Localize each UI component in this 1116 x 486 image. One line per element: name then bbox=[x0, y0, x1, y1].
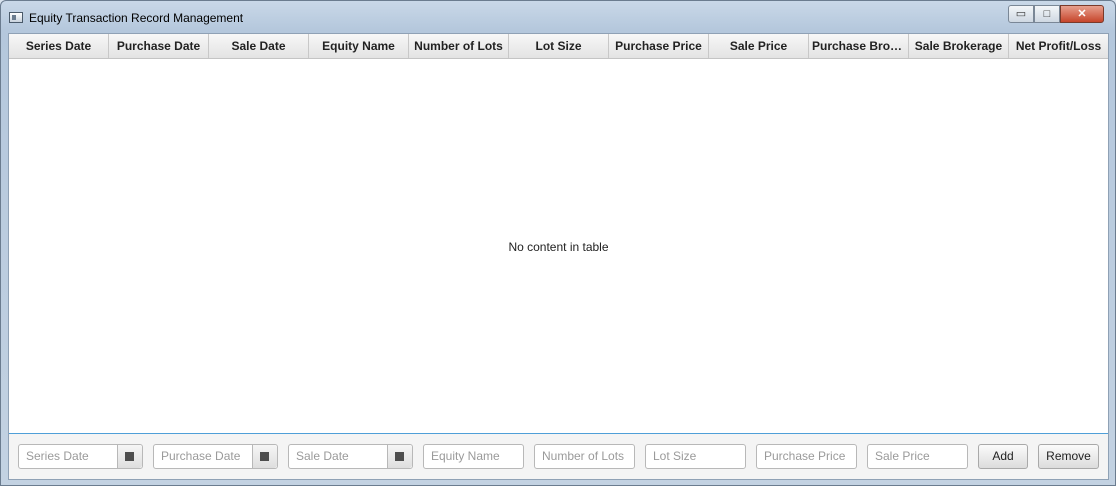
column-header-purchase-brokerage[interactable]: Purchase Brok... bbox=[809, 34, 909, 58]
app-window: Equity Transaction Record Management ▭ □… bbox=[0, 0, 1116, 486]
sale-price-input[interactable]: Sale Price bbox=[867, 444, 968, 469]
column-header-sale-price[interactable]: Sale Price bbox=[709, 34, 809, 58]
table-header: Series Date Purchase Date Sale Date Equi… bbox=[9, 34, 1108, 59]
transactions-table[interactable]: Series Date Purchase Date Sale Date Equi… bbox=[9, 34, 1108, 434]
add-button[interactable]: Add bbox=[978, 444, 1028, 469]
window-title: Equity Transaction Record Management bbox=[29, 11, 244, 25]
sale-date-picker[interactable]: Sale Date bbox=[288, 444, 413, 469]
calendar-icon bbox=[260, 452, 269, 461]
maximize-button[interactable]: □ bbox=[1034, 5, 1060, 23]
close-button[interactable]: ✕ bbox=[1060, 5, 1104, 23]
empty-table-message: No content in table bbox=[508, 240, 609, 254]
lot-size-input[interactable]: Lot Size bbox=[645, 444, 746, 469]
equity-name-input[interactable]: Equity Name bbox=[423, 444, 524, 469]
series-date-picker[interactable]: Series Date bbox=[18, 444, 143, 469]
window-icon[interactable] bbox=[9, 12, 23, 23]
column-header-purchase-date[interactable]: Purchase Date bbox=[109, 34, 209, 58]
column-header-lot-size[interactable]: Lot Size bbox=[509, 34, 609, 58]
title-bar[interactable]: Equity Transaction Record Management ▭ □… bbox=[1, 1, 1115, 33]
column-header-sale-date[interactable]: Sale Date bbox=[209, 34, 309, 58]
remove-button[interactable]: Remove bbox=[1038, 444, 1099, 469]
calendar-icon bbox=[125, 452, 134, 461]
column-header-number-of-lots[interactable]: Number of Lots bbox=[409, 34, 509, 58]
series-date-calendar-button[interactable] bbox=[117, 445, 142, 468]
sale-date-calendar-button[interactable] bbox=[387, 445, 412, 468]
sale-date-input[interactable]: Sale Date bbox=[296, 445, 349, 468]
column-header-purchase-price[interactable]: Purchase Price bbox=[609, 34, 709, 58]
purchase-price-input[interactable]: Purchase Price bbox=[756, 444, 857, 469]
column-header-net-profit-loss[interactable]: Net Profit/Loss bbox=[1009, 34, 1108, 58]
minimize-button[interactable]: ▭ bbox=[1008, 5, 1034, 23]
series-date-input[interactable]: Series Date bbox=[26, 445, 89, 468]
purchase-date-input[interactable]: Purchase Date bbox=[161, 445, 240, 468]
entry-form: Series Date Purchase Date Sale Date Equi… bbox=[9, 444, 1108, 470]
purchase-date-calendar-button[interactable] bbox=[252, 445, 277, 468]
column-header-series-date[interactable]: Series Date bbox=[9, 34, 109, 58]
purchase-date-picker[interactable]: Purchase Date bbox=[153, 444, 278, 469]
content-area: Series Date Purchase Date Sale Date Equi… bbox=[8, 33, 1109, 480]
number-of-lots-input[interactable]: Number of Lots bbox=[534, 444, 635, 469]
column-header-equity-name[interactable]: Equity Name bbox=[309, 34, 409, 58]
calendar-icon bbox=[395, 452, 404, 461]
column-header-sale-brokerage[interactable]: Sale Brokerage bbox=[909, 34, 1009, 58]
